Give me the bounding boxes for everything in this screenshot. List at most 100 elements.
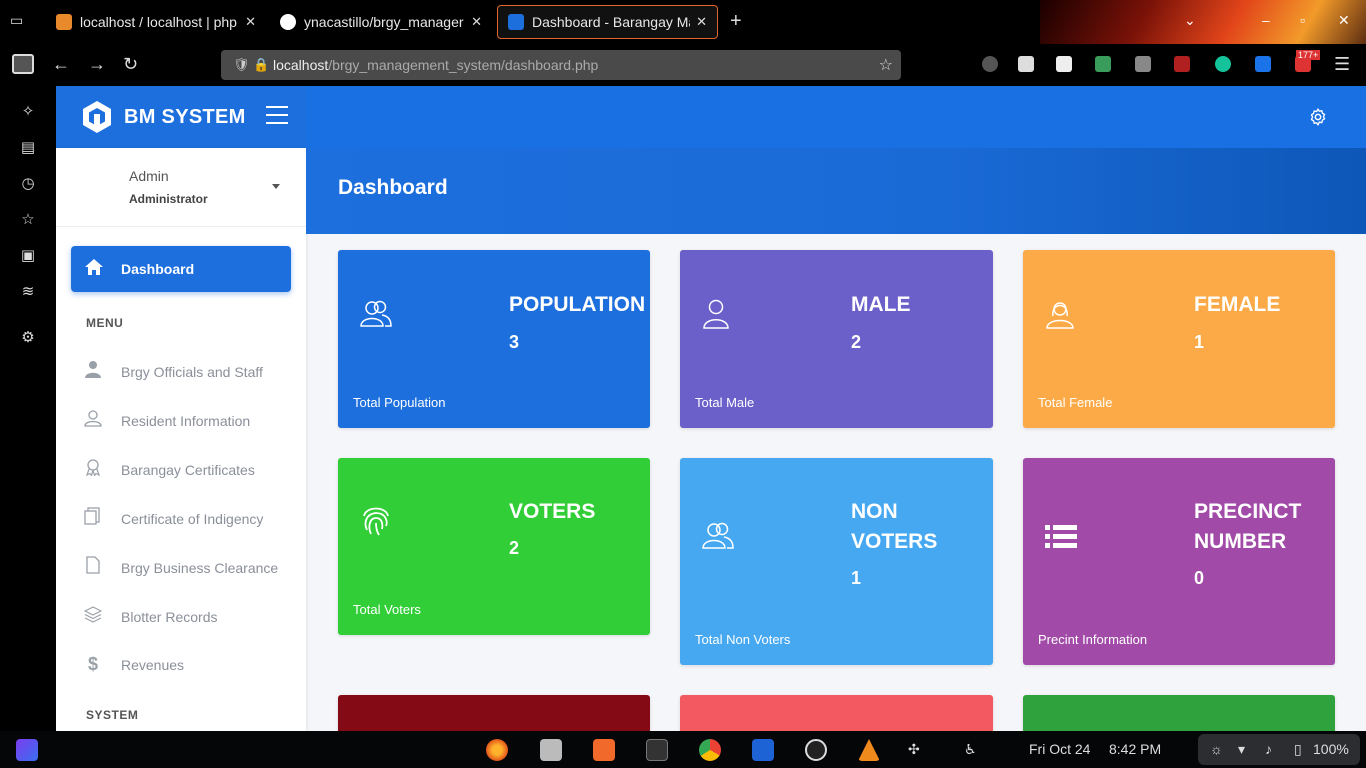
settings-gear-icon[interactable] (1308, 107, 1328, 127)
chevron-down-icon[interactable]: ⌄ (1184, 12, 1196, 29)
nav-item-revenues[interactable]: $ Revenues (83, 654, 184, 675)
url-path: /brgy_management_system/dashboard.php (328, 57, 599, 73)
card-footer: Total Population (353, 395, 446, 410)
card-voters[interactable]: VOTERS 2 Total Voters (338, 458, 650, 635)
start-menu-icon[interactable] (16, 739, 38, 761)
nav-item-business-clearance[interactable]: Brgy Business Clearance (83, 556, 278, 579)
taskbar-time[interactable]: 8:42 PM (1109, 741, 1161, 757)
file-manager-icon[interactable] (540, 739, 562, 761)
user-tie-icon (83, 360, 103, 383)
obs-icon[interactable] (805, 739, 827, 761)
browser-tab-bar: ▭ localhost / localhost | php ✕ ynacasti… (0, 0, 1366, 86)
nav-item-officials[interactable]: Brgy Officials and Staff (83, 360, 263, 383)
new-tab-icon[interactable]: + (730, 10, 742, 33)
extension-icon[interactable] (1255, 56, 1271, 72)
bm-logo-icon (83, 101, 111, 133)
tab-github[interactable]: ynacastillo/brgy_manager ✕ (270, 5, 492, 39)
list-icon (1045, 525, 1077, 548)
close-tab-icon[interactable]: ✕ (245, 14, 256, 30)
card-population[interactable]: POPULATION 3 Total Population (338, 250, 650, 428)
card-value: 0 (1194, 568, 1205, 588)
nav-item-label: Certificate of Indigency (121, 510, 264, 527)
page-title: Dashboard (338, 176, 448, 199)
extension-icon[interactable]: ≋ (19, 282, 37, 300)
users-icon (702, 522, 734, 549)
menu-icon[interactable]: ☰ (1334, 54, 1350, 75)
nav-item-label: Dashboard (121, 261, 195, 277)
tab-list-icon[interactable]: ▭ (10, 12, 30, 32)
user-role: Administrator (129, 192, 208, 206)
reading-list-icon[interactable]: ▣ (19, 246, 37, 264)
os-taskbar: ✣ ♿ Fri Oct 24 8:42 PM ☼ ▾ ♪ ▯ 100% (0, 731, 1366, 768)
sidebar-toggle-icon[interactable] (12, 54, 34, 74)
url-host: localhost (273, 57, 329, 73)
extension-icon[interactable] (1135, 56, 1151, 72)
extension-icon[interactable] (982, 56, 998, 72)
card-row3-3[interactable] (1023, 695, 1335, 731)
puzzle-icon[interactable]: ✣ (908, 741, 920, 758)
nav-item-dashboard[interactable]: Dashboard (71, 246, 291, 292)
tab-title: ynacastillo/brgy_manager (304, 14, 464, 30)
card-female[interactable]: FEMALE 1 Total Female (1023, 250, 1335, 428)
close-tab-icon[interactable]: ✕ (696, 14, 707, 30)
card-value: 1 (851, 568, 862, 588)
tab-phpmyadmin[interactable]: localhost / localhost | php ✕ (46, 5, 266, 39)
files-icon (83, 507, 103, 530)
card-male[interactable]: MALE 2 Total Male (680, 250, 993, 428)
bookmark-star-icon[interactable]: ☆ (879, 55, 893, 75)
card-footer: Total Male (695, 395, 755, 410)
nav-item-label: Brgy Officials and Staff (121, 363, 263, 380)
extension-icon[interactable] (1056, 56, 1072, 72)
extension-icon[interactable] (1095, 56, 1111, 72)
vlc-icon[interactable] (858, 739, 880, 761)
close-window-icon[interactable]: ✕ (1338, 12, 1350, 29)
user-profile[interactable]: Admin Administrator (129, 168, 208, 206)
card-non-voters[interactable]: NON VOTERS 1 Total Non Voters (680, 458, 993, 665)
forward-icon[interactable]: → (88, 54, 106, 75)
ublock-icon[interactable] (1174, 56, 1190, 72)
app-viewport: BM SYSTEM Admin Administrator Dashboard … (56, 86, 1366, 731)
phpmyadmin-favicon-icon (56, 14, 72, 30)
brand-header: BM SYSTEM (56, 86, 306, 148)
nav-item-residents[interactable]: Resident Information (83, 409, 250, 432)
back-icon[interactable]: ← (52, 54, 70, 75)
firefox-icon[interactable] (486, 739, 508, 761)
wifi-icon[interactable]: ▾ (1238, 741, 1245, 758)
card-title: MALE (851, 293, 911, 316)
accessibility-icon[interactable]: ♿ (964, 741, 977, 758)
card-row3-1[interactable] (338, 695, 650, 731)
star-icon[interactable]: ☆ (19, 210, 37, 228)
card-precinct[interactable]: PRECINCT NUMBER 0 Precint Information (1023, 458, 1335, 665)
software-center-icon[interactable] (593, 739, 615, 761)
card-row3-2[interactable] (680, 695, 993, 731)
minimize-icon[interactable]: – (1262, 12, 1270, 28)
bookmarks-icon[interactable]: ▤ (19, 138, 37, 156)
reload-icon[interactable]: ↻ (123, 54, 138, 75)
nav-item-indigency[interactable]: Certificate of Indigency (83, 507, 263, 530)
tab-dashboard[interactable]: Dashboard - Barangay Ma ✕ (497, 5, 718, 39)
nav-item-blotter[interactable]: Blotter Records (83, 605, 217, 628)
chrome-icon[interactable] (699, 739, 721, 761)
hamburger-menu-icon[interactable] (266, 106, 288, 130)
close-tab-icon[interactable]: ✕ (471, 14, 482, 30)
taskbar-date[interactable]: Fri Oct 24 (1029, 741, 1090, 757)
grammarly-icon[interactable] (1215, 56, 1231, 72)
settings-gear-icon[interactable]: ⚙ (19, 328, 37, 346)
docs-icon[interactable] (752, 739, 774, 761)
card-footer: Total Non Voters (695, 632, 791, 647)
maximize-icon[interactable]: ▫ (1300, 12, 1305, 28)
terminal-icon[interactable] (646, 739, 668, 761)
night-light-icon[interactable]: ☼ (1210, 741, 1223, 757)
url-bar[interactable]: 🛡 🔒 localhost /brgy_management_system/da… (221, 50, 901, 80)
card-title: PRECINCT NUMBER (1194, 500, 1302, 553)
nav-item-certificates[interactable]: Barangay Certificates (83, 458, 255, 481)
history-icon[interactable]: ◷ (19, 174, 37, 192)
battery-icon[interactable]: ▯ (1294, 741, 1302, 758)
volume-icon[interactable]: ♪ (1265, 741, 1272, 757)
fingerprint-icon (363, 507, 389, 536)
puzzle-icon[interactable] (1018, 56, 1034, 72)
caret-down-icon[interactable] (272, 184, 280, 189)
nav-item-label: Resident Information (121, 412, 251, 429)
home-icon (83, 258, 105, 281)
ai-sparkle-icon[interactable]: ✧ (19, 102, 37, 120)
